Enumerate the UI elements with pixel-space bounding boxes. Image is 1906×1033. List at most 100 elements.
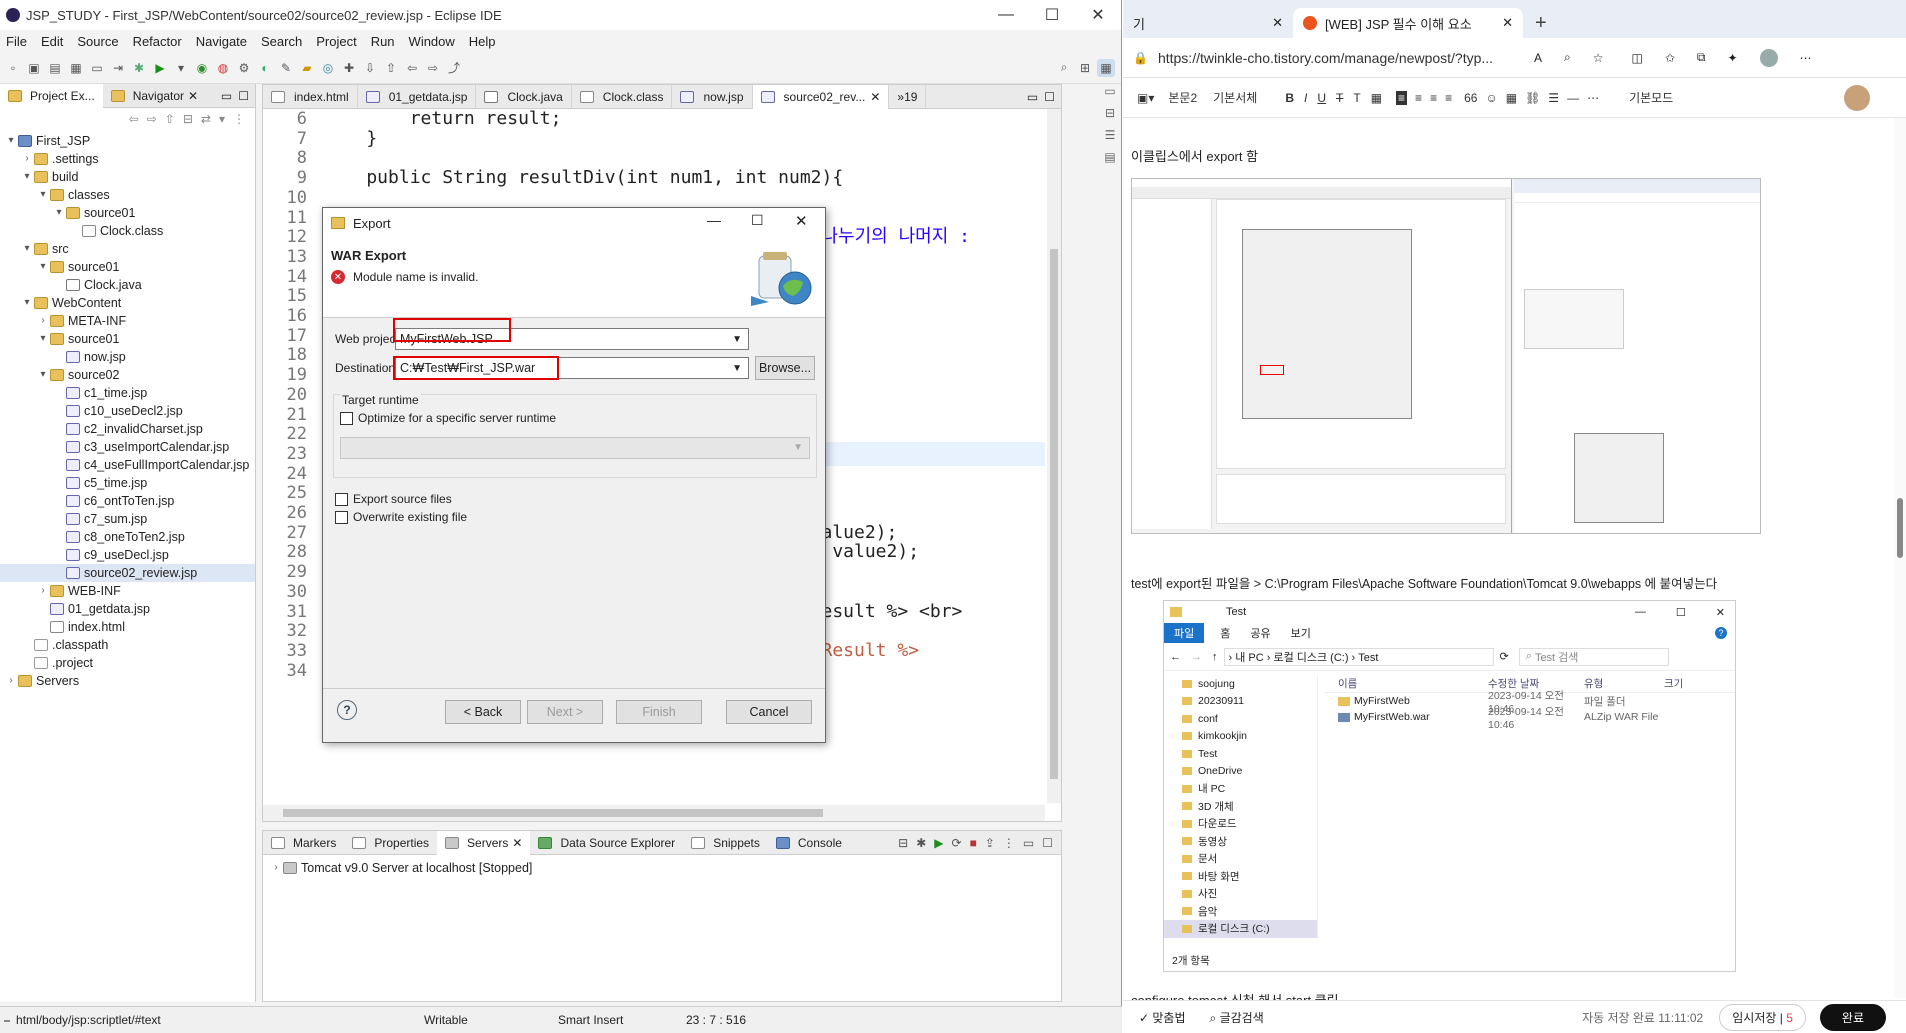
minimize-view-icon[interactable]: ▭ (221, 89, 232, 103)
new-class-icon[interactable]: ◐ (256, 59, 274, 77)
close-icon[interactable]: ✕ (870, 90, 880, 104)
extensions-icon[interactable]: ✦ (1727, 51, 1737, 65)
cancel-button[interactable]: Cancel (726, 700, 812, 724)
debug-server-icon[interactable]: ✱ (916, 836, 926, 850)
external-tools-icon[interactable]: ◍ (214, 59, 232, 77)
view-menu-icon[interactable]: ⋮ (233, 112, 245, 126)
tree-item[interactable]: Clock.java (0, 276, 255, 294)
profile-server-icon[interactable]: ⟳ (952, 836, 962, 850)
menu-source[interactable]: Source (71, 34, 126, 49)
maximize-button[interactable]: ☐ (751, 212, 764, 229)
spellcheck-button[interactable]: ✓ 맞춤법 (1139, 1009, 1186, 1026)
back-button[interactable]: < Back (445, 700, 521, 724)
expand-toggle-icon[interactable]: ▾ (36, 366, 50, 384)
close-button[interactable]: ✕ (1075, 0, 1121, 30)
close-button[interactable]: ✕ (795, 212, 808, 230)
up-icon[interactable]: ↑ (1212, 651, 1218, 663)
finish-button[interactable]: Finish (616, 700, 702, 724)
ribbon-home[interactable]: 홈 (1220, 625, 1230, 641)
close-icon[interactable]: ✕ (188, 89, 198, 103)
nav-item[interactable]: soojung (1164, 675, 1317, 693)
debug-icon[interactable]: ✱ (130, 59, 148, 77)
restore-icon[interactable]: ▭ (1104, 84, 1115, 98)
profile-icon[interactable] (1759, 48, 1778, 67)
ribbon-share[interactable]: 공유 (1250, 625, 1270, 641)
collections-icon[interactable]: ⧉ (1697, 50, 1706, 65)
maximize-view-icon[interactable]: ☐ (1042, 836, 1053, 850)
underline-icon[interactable]: U (1317, 91, 1326, 105)
favorites-bar-icon[interactable]: ✩ (1665, 51, 1675, 65)
tree-item[interactable]: 01_getdata.jsp (0, 600, 255, 618)
coverage-icon[interactable]: ◉ (193, 59, 211, 77)
nav-item[interactable]: 3D 개체 (1164, 798, 1317, 816)
back-icon[interactable]: ⇦ (403, 59, 421, 77)
avatar[interactable] (1844, 84, 1870, 111)
open-type-icon[interactable]: ✎ (277, 59, 295, 77)
tab-navigator[interactable]: Navigator ✕ (103, 84, 206, 108)
collapse-all-icon[interactable]: ⊟ (183, 112, 193, 126)
maximize-view-icon[interactable]: ☐ (1044, 90, 1055, 104)
search-icon[interactable]: ⌕ (1055, 59, 1073, 77)
bold-icon[interactable]: B (1285, 91, 1294, 105)
nav-item[interactable]: kimkookjin (1164, 728, 1317, 746)
search-content-button[interactable]: ⌕ 글감검색 (1210, 1009, 1264, 1026)
tree-item[interactable]: source02_review.jsp (0, 564, 255, 582)
nav-item[interactable]: 내 PC (1164, 780, 1317, 798)
browse-button[interactable]: Browse... (755, 356, 815, 380)
view-menu-icon[interactable]: ⋮ (1003, 836, 1015, 850)
minimize-view-icon[interactable]: ▭ (1027, 90, 1038, 104)
tree-item[interactable]: ▾ classes (0, 186, 255, 204)
filter-icon[interactable]: ▾ (219, 112, 225, 126)
more-tabs[interactable]: »19 (889, 84, 927, 109)
nav-item[interactable]: conf (1164, 710, 1317, 728)
zoom-icon[interactable]: ⌕ (1564, 50, 1571, 65)
tree-item[interactable]: ▾ source01 (0, 204, 255, 222)
scrollbar-thumb[interactable] (283, 809, 823, 817)
page-scrollbar[interactable] (1894, 118, 1906, 998)
emoji-icon[interactable]: ☺ (1485, 91, 1497, 105)
close-button[interactable]: ✕ (1716, 606, 1725, 619)
tab-clock-java[interactable]: Clock.java (476, 84, 572, 109)
expand-toggle-icon[interactable]: ▾ (4, 132, 18, 150)
split-screen-icon[interactable]: ◫ (1631, 51, 1642, 65)
more-icon[interactable]: ⋯ (1587, 91, 1599, 105)
tree-item[interactable]: ▾ source01 (0, 258, 255, 276)
minimize-button[interactable]: — (1635, 606, 1646, 618)
minimize-button[interactable]: — (983, 0, 1029, 30)
overwrite-row[interactable]: Overwrite existing file (335, 510, 467, 524)
overwrite-checkbox[interactable] (335, 510, 348, 524)
tree-item[interactable]: c9_useDecl.jsp (0, 546, 255, 564)
tree-item[interactable]: .project (0, 654, 255, 672)
align-right-icon[interactable]: ≡ (1430, 91, 1437, 105)
help-button[interactable]: ? (337, 700, 357, 720)
nav-item[interactable]: 음악 (1164, 903, 1317, 921)
pin-editor-icon[interactable]: ⤴ (445, 59, 463, 77)
expand-icon[interactable]: › (269, 859, 283, 877)
tree-item[interactable]: c7_sum.jsp (0, 510, 255, 528)
maximize-button[interactable]: ☐ (1676, 606, 1686, 619)
maximize-view-icon[interactable]: ☐ (238, 89, 249, 103)
bg-color-icon[interactable]: ▦ (1371, 91, 1382, 105)
expand-toggle-icon[interactable]: ▾ (52, 204, 66, 222)
new-icon[interactable]: ▫ (4, 59, 22, 77)
tree-item[interactable]: Clock.class (0, 222, 255, 240)
task-list-icon[interactable]: ☰ (1105, 128, 1116, 142)
tree-item[interactable]: c6_ontToTen.jsp (0, 492, 255, 510)
code-line[interactable]: public String resultDiv(int num1, int nu… (323, 166, 843, 190)
nav-item[interactable]: OneDrive (1164, 763, 1317, 781)
outline-icon[interactable]: ⊟ (1105, 106, 1115, 120)
run-icon[interactable]: ▶ (151, 59, 169, 77)
tree-item[interactable]: ▾ source01 (0, 330, 255, 348)
read-aloud-icon[interactable]: A (1534, 51, 1542, 65)
nav-item[interactable]: 동영상 (1164, 833, 1317, 851)
open-folder-icon[interactable]: ▰ (298, 59, 316, 77)
tab-servers[interactable]: Servers ✕ (437, 830, 531, 855)
menu-run[interactable]: Run (365, 34, 403, 49)
hr-icon[interactable]: — (1567, 91, 1579, 105)
tree-item[interactable]: c1_time.jsp (0, 384, 255, 402)
open-perspective-icon[interactable]: ⊞ (1076, 59, 1094, 77)
java-ee-perspective-icon[interactable]: ▦ (1097, 58, 1115, 77)
tree-item[interactable]: c2_invalidCharset.jsp (0, 420, 255, 438)
tab-project-explorer[interactable]: Project Ex... (0, 83, 103, 108)
expand-toggle-icon[interactable]: › (36, 312, 50, 330)
